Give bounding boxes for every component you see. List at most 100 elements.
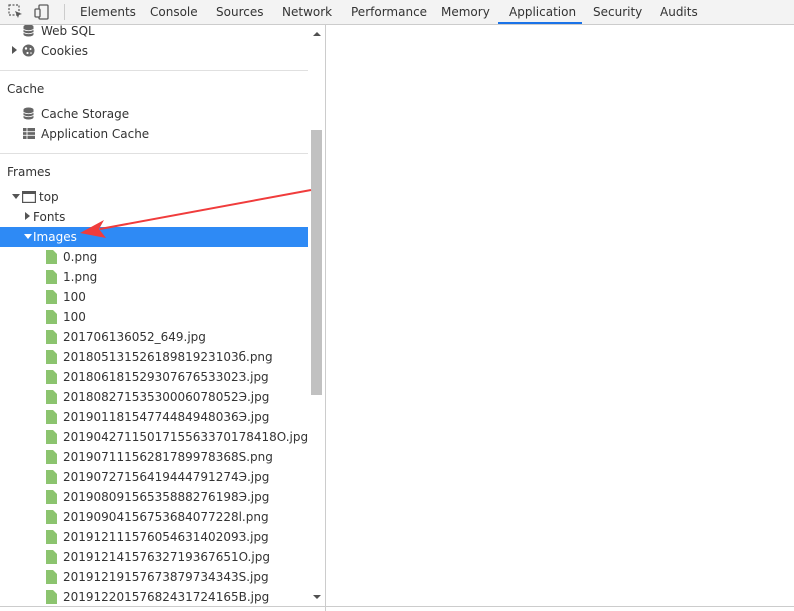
sidebar-item-label: Fonts: [33, 210, 66, 224]
application-sidebar: Web SQL Cookies Cache Cache Storage Appl…: [0, 25, 325, 606]
file-name: 100: [63, 290, 86, 304]
file-name: 20191214157632719367651O.jpg: [63, 550, 270, 564]
image-file-icon: [46, 530, 57, 544]
image-file-item[interactable]: 20180618152930767653302З.jpg: [0, 367, 308, 387]
image-file-icon: [46, 570, 57, 584]
image-file-icon: [46, 470, 57, 484]
bottom-border: [0, 606, 794, 607]
toolbar-separator: [64, 4, 65, 20]
image-file-icon: [46, 330, 57, 344]
tab-sources[interactable]: Sources: [216, 0, 263, 24]
frame-tree-images[interactable]: Images: [0, 227, 308, 247]
sidebar-item-label: Application Cache: [41, 127, 150, 141]
expand-arrow-icon[interactable]: [25, 212, 30, 220]
device-toolbar-icon[interactable]: [34, 4, 50, 20]
collapse-arrow-icon[interactable]: [12, 194, 20, 199]
image-file-item[interactable]: 20190118154774484948036Э.jpg: [0, 407, 308, 427]
image-file-item[interactable]: 20191214157632719367651O.jpg: [0, 547, 308, 567]
image-file-icon: [46, 250, 57, 264]
cookie-icon: [22, 44, 35, 60]
image-file-item[interactable]: 20190711156281789978368S.png: [0, 447, 308, 467]
file-name: 0.png: [63, 250, 98, 264]
sidebar-item-label: Images: [33, 230, 77, 244]
image-file-icon: [46, 450, 57, 464]
file-name: 20191219157673879734343S.jpg: [63, 570, 269, 584]
file-name: 100: [63, 310, 86, 324]
image-file-item[interactable]: 0.png: [0, 247, 308, 267]
sidebar-item-label: Cookies: [41, 44, 88, 58]
image-file-item[interactable]: 100: [0, 307, 308, 327]
tab-audits[interactable]: Audits: [660, 0, 698, 24]
image-file-item[interactable]: 201706136052_649.jpg: [0, 327, 308, 347]
sidebar-item-label: top: [39, 190, 59, 204]
tab-elements[interactable]: Elements: [80, 0, 136, 24]
scroll-up-arrow-icon[interactable]: [313, 32, 321, 36]
file-name: 1.png: [63, 270, 98, 284]
image-file-icon: [46, 270, 57, 284]
section-title-frames: Frames: [7, 165, 51, 179]
image-file-icon: [46, 550, 57, 564]
image-file-icon: [46, 390, 57, 404]
sidebar-item-cookies[interactable]: Cookies: [0, 41, 308, 61]
image-file-item[interactable]: 100: [0, 287, 308, 307]
tab-application[interactable]: Application: [509, 0, 576, 24]
scrollbar-thumb[interactable]: [311, 130, 322, 395]
devtools-toolbar: Elements Console Sources Network Perform…: [0, 0, 794, 25]
image-file-icon: [46, 490, 57, 504]
sidebar-item-application-cache[interactable]: Application Cache: [0, 124, 308, 144]
section-title-cache: Cache: [7, 82, 45, 96]
file-name: 20190904156753684077228l.png: [63, 510, 269, 524]
file-name: 20180827153530006078052Э.jpg: [63, 390, 270, 404]
sidebar-item-cache-storage[interactable]: Cache Storage: [0, 104, 308, 124]
image-file-item[interactable]: 20180827153530006078052Э.jpg: [0, 387, 308, 407]
scroll-down-arrow-icon[interactable]: [313, 595, 321, 599]
collapse-arrow-icon[interactable]: [24, 234, 32, 239]
file-name: 20190809156535888276198Э.jpg: [63, 490, 270, 504]
grid-icon: [23, 128, 35, 142]
sidebar-item-web-sql[interactable]: Web SQL: [0, 25, 308, 41]
sidebar-item-label: Cache Storage: [41, 107, 130, 121]
image-file-icon: [46, 410, 57, 424]
image-file-item[interactable]: 20190904156753684077228l.png: [0, 507, 308, 527]
file-name: 2019042711501715563370178418O.jpg: [63, 430, 309, 444]
expand-arrow-icon[interactable]: [12, 46, 17, 54]
file-name: 20190711156281789978368S.png: [63, 450, 273, 464]
section-divider: [0, 70, 308, 71]
file-name: 20190727156419444791274Э.jpg: [63, 470, 270, 484]
image-file-item[interactable]: 20191219157673879734343S.jpg: [0, 567, 308, 587]
image-file-icon: [46, 310, 57, 324]
image-file-icon: [46, 510, 57, 524]
inspect-element-icon[interactable]: [8, 4, 24, 20]
image-file-item[interactable]: 20190727156419444791274Э.jpg: [0, 467, 308, 487]
image-file-item[interactable]: 20190809156535888276198Э.jpg: [0, 487, 308, 507]
database-icon: [23, 25, 34, 40]
frame-icon: [22, 191, 37, 206]
frame-tree-top[interactable]: top: [0, 187, 308, 207]
image-file-item[interactable]: 20191211157605463140209З.jpg: [0, 527, 308, 547]
image-file-item[interactable]: 1.png: [0, 267, 308, 287]
database-icon: [23, 107, 34, 123]
image-file-icon: [46, 290, 57, 304]
image-file-item[interactable]: 2019042711501715563370178418O.jpg: [0, 427, 308, 447]
section-divider: [0, 153, 308, 154]
file-name: 20180513152618981923103б.png: [63, 350, 273, 364]
image-file-icon: [46, 430, 57, 444]
file-name: 20191211157605463140209З.jpg: [63, 530, 269, 544]
tab-network[interactable]: Network: [282, 0, 332, 24]
main-content-panel: [326, 25, 794, 606]
tab-performance[interactable]: Performance: [351, 0, 427, 24]
tab-console[interactable]: Console: [150, 0, 198, 24]
image-file-item[interactable]: 20180513152618981923103б.png: [0, 347, 308, 367]
image-file-icon: [46, 590, 57, 604]
sidebar-item-label: Web SQL: [41, 25, 95, 38]
tab-memory[interactable]: Memory: [441, 0, 490, 24]
file-name: 20180618152930767653302З.jpg: [63, 370, 269, 384]
image-file-item[interactable]: 20191220157682431724165B.jpg: [0, 587, 308, 606]
image-file-icon: [46, 350, 57, 364]
frame-tree-fonts[interactable]: Fonts: [0, 207, 308, 227]
file-name: 201706136052_649.jpg: [63, 330, 206, 344]
active-tab-indicator: [498, 22, 582, 24]
file-name: 20191220157682431724165B.jpg: [63, 590, 270, 604]
tab-security[interactable]: Security: [593, 0, 642, 24]
image-file-icon: [46, 370, 57, 384]
